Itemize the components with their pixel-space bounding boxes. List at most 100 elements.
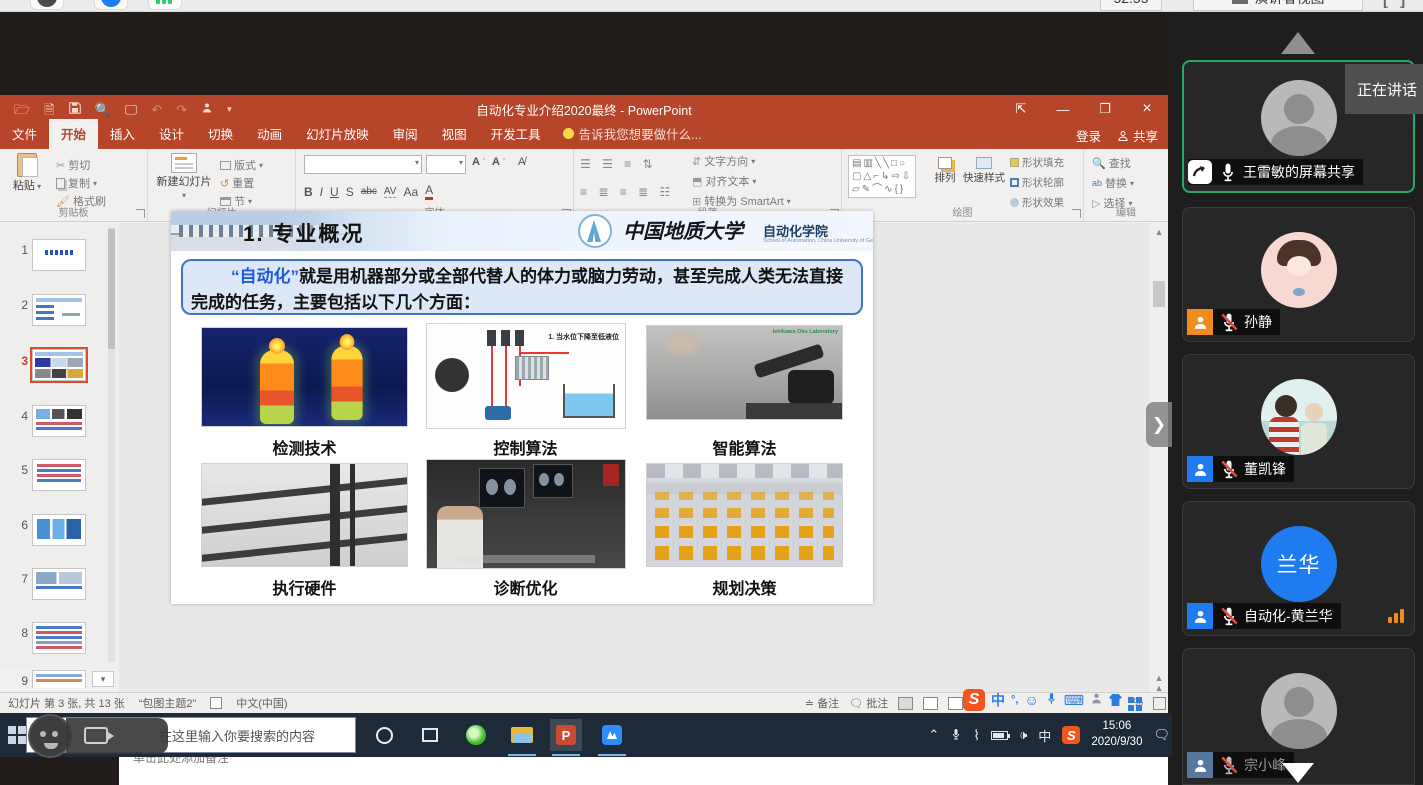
powerpoint-taskbar-button[interactable]: P xyxy=(550,719,582,751)
tab-slideshow[interactable]: 幻灯片放映 xyxy=(294,119,381,149)
slide-thumbnail-9[interactable] xyxy=(32,670,86,688)
slide-thumbnail-8[interactable] xyxy=(32,622,86,654)
share-button[interactable]: 共享 xyxy=(1117,126,1158,145)
shape-outline-button[interactable]: 形状轮廓 xyxy=(1010,175,1064,190)
tell-me-box[interactable]: 告诉我您想要做什么... xyxy=(553,124,712,149)
taskbar-clock[interactable]: 15:062020/9/30 xyxy=(1091,719,1142,750)
ime-skin-icon[interactable] xyxy=(1109,694,1122,706)
change-case-button[interactable]: Aa xyxy=(403,185,418,199)
strikethrough-button[interactable]: abc xyxy=(361,186,377,197)
tab-developer[interactable]: 开发工具 xyxy=(479,119,553,149)
ime-emoji-icon[interactable]: ☺ xyxy=(1024,692,1038,708)
file-explorer-button[interactable] xyxy=(506,719,538,751)
slide-thumbnail-4[interactable] xyxy=(32,405,86,437)
replace-button[interactable]: ab替换 ▾ xyxy=(1092,175,1134,191)
sogou-ime-bar[interactable]: S 中 °, ☺ ⌨ xyxy=(963,689,1142,711)
tab-transitions[interactable]: 切换 xyxy=(196,119,245,149)
undo-icon[interactable]: ↶ xyxy=(151,103,162,116)
bold-button[interactable]: B xyxy=(304,185,313,199)
fit-slide-button[interactable] xyxy=(1153,697,1166,710)
scroll-up-icon[interactable]: ▲ xyxy=(1150,227,1168,237)
slide-sorter-view-button[interactable] xyxy=(923,697,938,710)
slide-thumbnail-2[interactable] xyxy=(32,294,86,326)
participant-tile[interactable]: 兰华 自动化-黄兰华 xyxy=(1182,501,1415,636)
tab-file[interactable]: 文件 xyxy=(0,119,49,149)
meeting-taskbar-button[interactable] xyxy=(596,719,628,751)
paste-button[interactable]: 粘贴 ▾ xyxy=(4,153,50,193)
print-preview-icon[interactable]: 🔍 xyxy=(95,103,111,116)
thumbnail-scroll-down-button[interactable]: ▾ xyxy=(92,671,114,687)
tray-mic-icon[interactable] xyxy=(950,727,962,744)
meeting-record-button[interactable] xyxy=(30,0,64,10)
font-size-combo[interactable] xyxy=(426,155,466,174)
char-spacing-button[interactable]: AV xyxy=(384,186,397,198)
meeting-volume-button[interactable] xyxy=(148,0,182,10)
thumbnail-scrollbar[interactable] xyxy=(108,227,115,662)
normal-view-button[interactable] xyxy=(898,697,913,710)
shape-fill-button[interactable]: 形状填充 xyxy=(1010,155,1064,170)
battery-icon[interactable] xyxy=(991,731,1008,740)
spellcheck-icon[interactable] xyxy=(210,697,222,709)
copy-button[interactable]: 复制 ▾ xyxy=(56,175,97,191)
shapes-gallery[interactable]: ▤▥╲╲□○▢△⌐↳⇨⇩▱✎⌒∿{} xyxy=(848,155,916,198)
clear-format-button[interactable]: A̸ xyxy=(518,156,525,168)
bullet-buttons[interactable]: ☰ ☰ ≡ ⇅ xyxy=(580,157,657,171)
slide-3-canvas[interactable]: 1. 专业概况 中国地质大学 自动化学院 School of Automatio… xyxy=(171,211,873,604)
find-button[interactable]: 🔍查找 xyxy=(1092,155,1131,171)
participant-tile-screenshare[interactable]: 正在讲话 王雷敏的屏幕共享 xyxy=(1182,60,1415,193)
signin-button[interactable]: 登录 xyxy=(1076,126,1101,145)
slide-thumbnail-1[interactable] xyxy=(32,239,86,271)
close-button[interactable]: × xyxy=(1126,95,1168,123)
restore-button[interactable]: ❐ xyxy=(1084,95,1126,123)
task-view-button[interactable] xyxy=(414,719,446,751)
cut-button[interactable]: ✂剪切 xyxy=(56,157,90,173)
shadow-button[interactable]: S xyxy=(346,185,354,199)
qat-dropdown-icon[interactable]: ▾ xyxy=(227,105,232,114)
show-hidden-icons-button[interactable]: ⌃ xyxy=(928,727,939,743)
view-mode-button[interactable]: 演讲者视图 xyxy=(1193,0,1363,11)
slide-body-textbox[interactable]: “自动化”就是用机器部分或全部代替人的体力或脑力劳动，甚至完成人类无法直接完成的… xyxy=(181,259,863,315)
sogou-tray-icon[interactable]: S xyxy=(1062,726,1080,744)
action-center-icon[interactable]: 🗨 xyxy=(1153,727,1170,743)
font-color-button[interactable]: A xyxy=(425,183,433,200)
slide-thumbnail-3-selected[interactable] xyxy=(32,349,86,381)
scroll-up-arrow[interactable] xyxy=(1281,32,1315,54)
slide-vertical-scrollbar[interactable]: ▲ ▲▲ ▼▼ xyxy=(1150,223,1168,736)
language-status[interactable]: 中文(中国) xyxy=(236,695,287,711)
text-direction-button[interactable]: ⇵文字方向 ▾ xyxy=(692,153,755,169)
comments-toggle-button[interactable]: 🗨 批注 xyxy=(849,695,888,711)
grow-font-button[interactable]: Aˆ xyxy=(472,156,485,168)
slide-thumbnail-7[interactable] xyxy=(32,568,86,600)
font-name-combo[interactable] xyxy=(304,155,422,174)
ime-chinese-icon[interactable]: 中 xyxy=(991,690,1005,710)
ime-grid-icon[interactable] xyxy=(1128,697,1134,703)
scrollbar-thumb[interactable] xyxy=(108,229,115,349)
reading-view-button[interactable] xyxy=(948,697,963,710)
tab-review[interactable]: 审阅 xyxy=(381,119,430,149)
participant-tile[interactable]: 董凯锋 xyxy=(1182,354,1415,489)
browser-button[interactable] xyxy=(460,719,492,751)
align-buttons[interactable]: ≡ ≣ ≡ ≣ ☷ xyxy=(580,185,674,199)
arrange-button[interactable]: 排列 xyxy=(930,157,960,184)
align-text-button[interactable]: ⬒对齐文本 ▾ xyxy=(692,173,756,189)
ime-mic-icon[interactable] xyxy=(1045,692,1058,708)
reset-button[interactable]: ↺重置 xyxy=(220,175,254,191)
underline-button[interactable]: U xyxy=(330,185,339,199)
open-icon[interactable]: 🗁 xyxy=(14,103,30,116)
participant-tile[interactable]: 孙静 xyxy=(1182,207,1415,342)
volume-icon[interactable]: 🕩 xyxy=(1019,727,1027,743)
ime-punct-icon[interactable]: °, xyxy=(1011,694,1018,706)
slide-thumbnail-6[interactable] xyxy=(32,514,86,546)
start-button[interactable] xyxy=(8,726,26,744)
ime-keyboard-icon[interactable]: ⌨ xyxy=(1064,692,1084,709)
meeting-camera-button[interactable] xyxy=(94,0,128,10)
tab-view[interactable]: 视图 xyxy=(430,119,479,149)
contact-icon[interactable] xyxy=(201,102,213,116)
save-icon[interactable] xyxy=(69,102,81,116)
sidebar-collapse-button[interactable]: ❯ xyxy=(1146,402,1172,447)
new-file-icon[interactable]: 🗎 xyxy=(44,103,54,116)
redo-icon[interactable]: ↷ xyxy=(176,103,187,116)
ime-toolbox-icon[interactable] xyxy=(1090,692,1103,708)
notes-toggle-button[interactable]: ≐ 备注 xyxy=(805,695,839,711)
scroll-down-arrow[interactable] xyxy=(1282,763,1314,783)
